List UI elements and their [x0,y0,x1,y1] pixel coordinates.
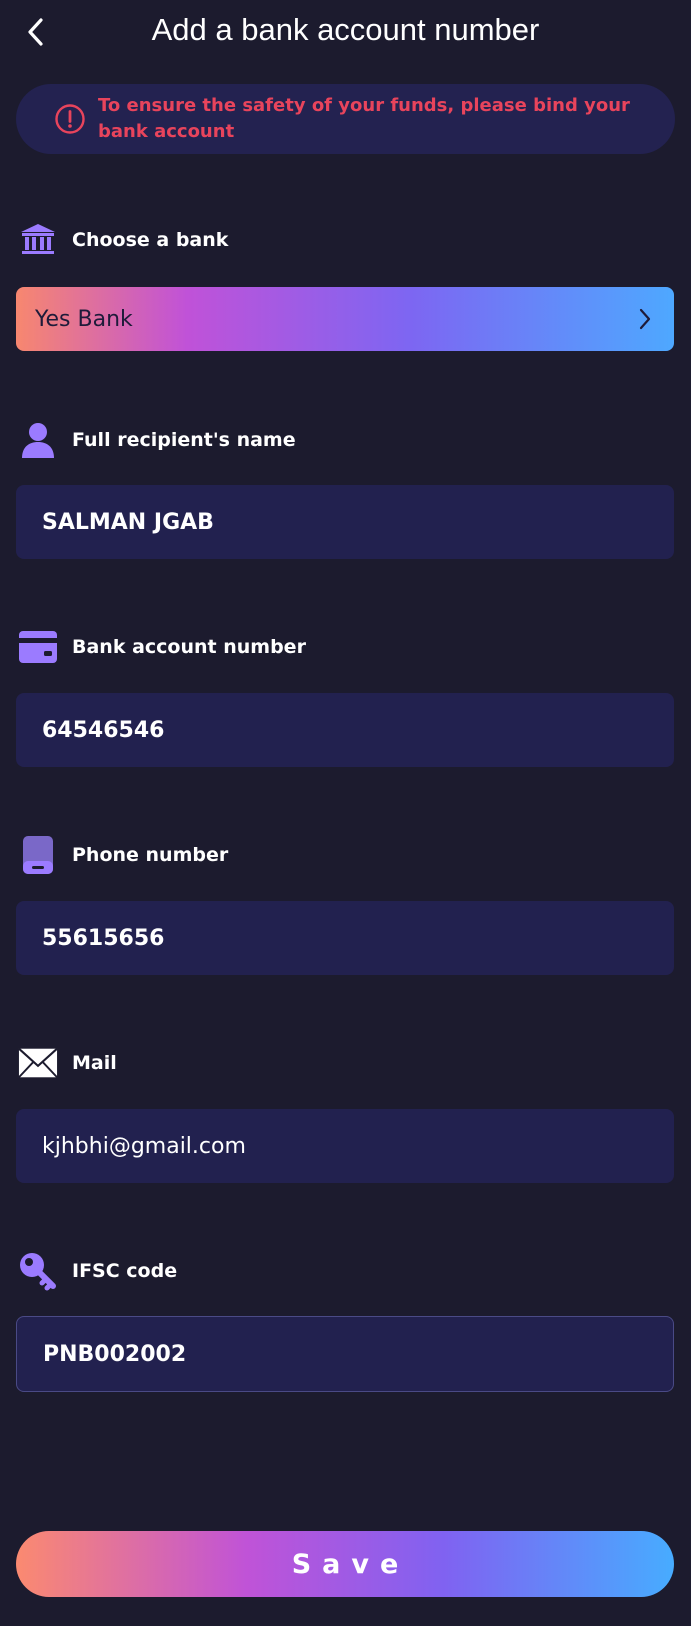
ifsc-label-row: IFSC code [18,1251,177,1291]
bank-select[interactable]: Yes Bank [16,287,674,351]
chevron-right-icon [639,308,651,330]
bank-icon [18,220,58,260]
bank-account-form-page: Add a bank account number To ensure the … [0,0,691,1626]
notice-text: To ensure the safety of your funds, plea… [98,95,630,142]
phone-label: Phone number [72,844,229,866]
bank-select-value: Yes Bank [35,306,133,332]
phone-number-field[interactable]: 55615656 [16,901,674,975]
save-button[interactable]: Save [16,1531,674,1597]
page-title: Add a bank account number [151,12,540,47]
phone-icon [18,835,58,875]
bank-label: Choose a bank [72,229,229,251]
mail-label-row: Mail [18,1043,117,1083]
recipient-label: Full recipient's name [72,429,296,451]
key-icon [18,1251,58,1291]
mail-label: Mail [72,1052,117,1074]
person-icon [18,420,58,460]
bank-label-row: Choose a bank [18,220,228,260]
account-label: Bank account number [72,636,306,658]
ifsc-code-field[interactable]: PNB002002 [16,1316,674,1392]
phone-label-row: Phone number [18,835,228,875]
recipient-name-field[interactable]: SALMAN JGAB [16,485,674,559]
card-icon [18,627,58,667]
email-field[interactable]: kjhbhi@gmail.com [16,1109,674,1183]
recipient-label-row: Full recipient's name [18,420,296,460]
warning-icon [55,104,85,134]
header: Add a bank account number [0,0,691,64]
account-number-field[interactable]: 64546546 [16,693,674,767]
mail-icon [18,1043,58,1083]
ifsc-label: IFSC code [72,1260,178,1282]
account-label-row: Bank account number [18,627,306,667]
security-notice: To ensure the safety of your funds, plea… [16,84,675,154]
